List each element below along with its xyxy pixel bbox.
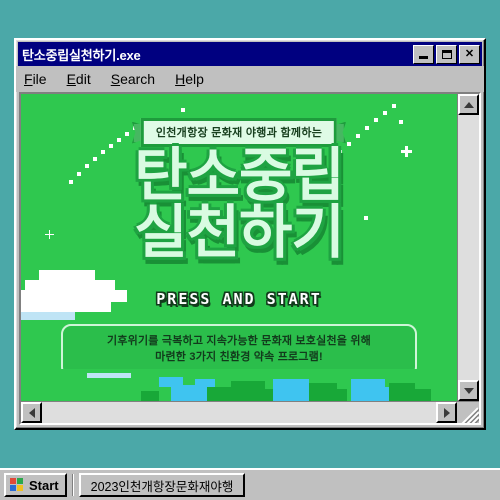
scroll-down-button[interactable]: [458, 380, 479, 401]
maximize-button[interactable]: [436, 44, 457, 64]
window-controls: ✕: [413, 44, 480, 64]
windows-logo-icon: [10, 478, 25, 492]
menu-item-file[interactable]: File: [24, 71, 47, 87]
taskbar: Start 2023인천개항장문화재야행: [0, 468, 500, 500]
menu-file-rest: ile: [32, 71, 47, 87]
title-bar[interactable]: 탄소중립실천하기.exe ✕: [18, 42, 482, 66]
menu-bar: File Edit Search Help: [16, 66, 484, 92]
horizontal-scrollbar-track[interactable]: [42, 402, 436, 423]
client-area: 인천개항장 문화재 야행과 함께하는 탄소중립 실천하기 PRESS AND S…: [19, 92, 481, 425]
minimize-button[interactable]: [413, 44, 434, 64]
close-icon: ✕: [464, 47, 475, 60]
scroll-right-button[interactable]: [436, 402, 457, 423]
vertical-scrollbar[interactable]: [457, 94, 479, 401]
close-button[interactable]: ✕: [459, 44, 480, 64]
description-line-2: 마련한 3가지 친환경 약속 프로그램!: [155, 350, 323, 363]
game-title: 탄소중립 실천하기: [21, 143, 457, 265]
maximize-icon: [441, 49, 452, 59]
chevron-right-icon: [443, 407, 450, 418]
sparkle-dot-icon: [181, 108, 185, 112]
taskbar-task-button[interactable]: 2023인천개항장문화재야행: [78, 473, 246, 497]
window-title: 탄소중립실천하기.exe: [22, 47, 141, 63]
minimize-icon: [419, 56, 428, 59]
menu-edit-accel: E: [66, 71, 76, 87]
menu-search-rest: earch: [120, 71, 156, 87]
game-title-line-1: 탄소중립: [134, 143, 344, 208]
menu-search-accel: S: [110, 71, 121, 87]
taskbar-divider: [71, 474, 74, 496]
menu-edit-rest: dit: [75, 71, 91, 87]
start-button-label: Start: [29, 477, 59, 493]
menu-item-search[interactable]: Search: [111, 71, 155, 87]
application-window: 탄소중립실천하기.exe ✕ File Edit Search Help 인천개…: [14, 38, 486, 430]
press-start-label: PRESS AND START: [156, 290, 322, 308]
taskbar-task-label: 2023인천개항장문화재야행: [90, 479, 234, 494]
menu-help-accel: H: [175, 71, 186, 87]
vertical-scrollbar-track[interactable]: [458, 115, 479, 380]
game-canvas[interactable]: 인천개항장 문화재 야행과 함께하는 탄소중립 실천하기 PRESS AND S…: [21, 94, 457, 401]
scroll-left-button[interactable]: [21, 402, 42, 423]
horizontal-scrollbar[interactable]: [21, 401, 457, 423]
client-row: 인천개항장 문화재 야행과 함께하는 탄소중립 실천하기 PRESS AND S…: [21, 94, 479, 401]
sparkle-dot-icon: [399, 120, 403, 124]
chevron-left-icon: [28, 407, 35, 418]
menu-item-help[interactable]: Help: [175, 71, 204, 87]
horizontal-scrollbar-row: [21, 401, 479, 423]
press-start-prompt[interactable]: PRESS AND START: [21, 290, 457, 309]
start-button[interactable]: Start: [4, 473, 67, 497]
description-line-1: 기후위기를 극복하고 지속가능한 문화재 보호실천을 위해: [107, 335, 371, 347]
resize-grip[interactable]: [457, 401, 479, 423]
scroll-up-button[interactable]: [458, 94, 479, 115]
menu-help-rest: elp: [185, 71, 204, 87]
ribbon-text: 인천개항장 문화재 야행과 함께하는: [155, 127, 323, 139]
menu-file-accel: F: [24, 71, 33, 87]
game-title-line-2: 실천하기: [134, 199, 344, 265]
chevron-up-icon: [463, 101, 474, 108]
pixel-landscape: [21, 369, 457, 401]
menu-item-edit[interactable]: Edit: [67, 71, 91, 87]
chevron-down-icon: [463, 387, 474, 394]
